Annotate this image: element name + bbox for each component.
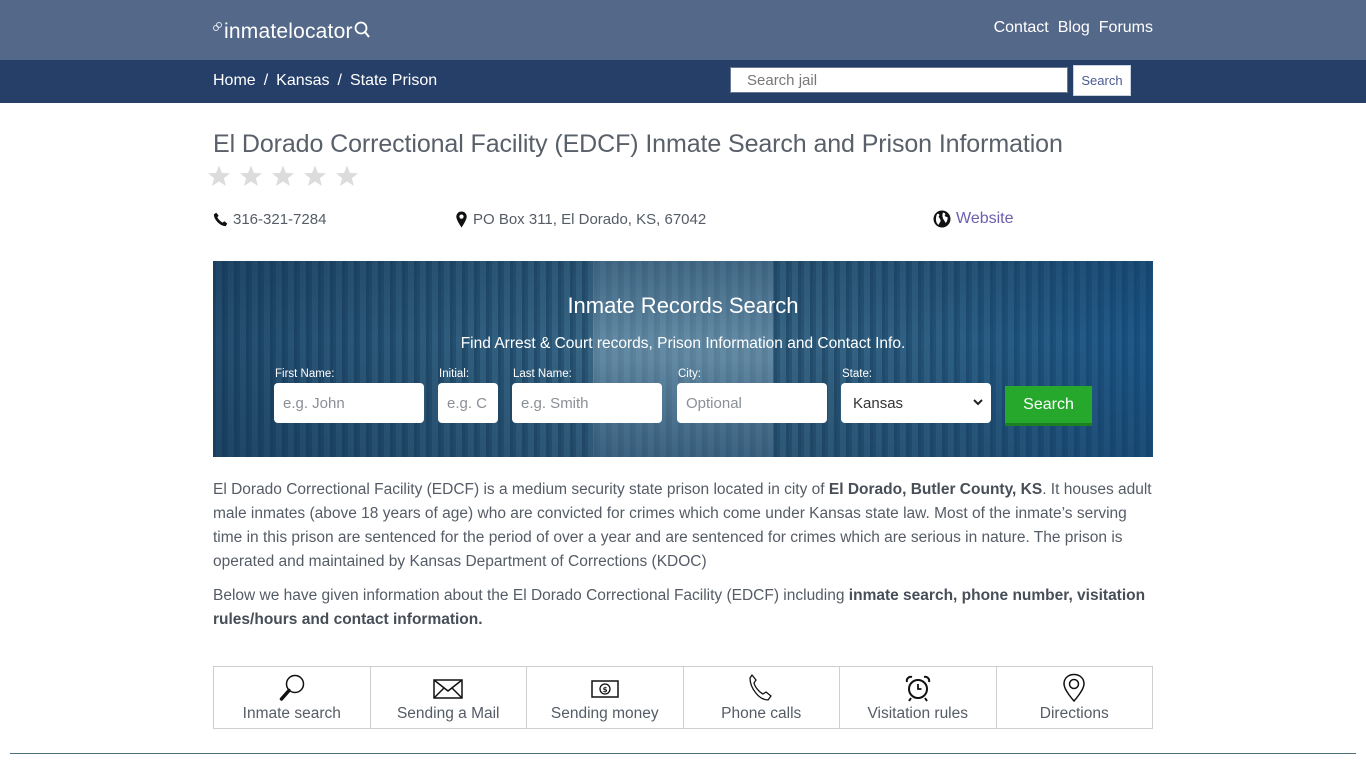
top-nav: Contact Blog Forums [994,19,1153,37]
last-name-input[interactable] [512,383,662,423]
magnifier-icon [279,674,304,701]
envelope-icon [433,679,463,699]
logo-text: inmatelocator [224,20,353,43]
star-rating[interactable] [207,164,359,188]
phone-icon [213,212,228,226]
star-icon[interactable] [335,164,359,188]
breadcrumb-state-prison[interactable]: State Prison [350,72,437,90]
tile-sending-money[interactable]: $ Sending money [527,667,684,728]
facility-intro: Below we have given information about th… [213,584,1153,632]
city-field: City: [677,368,827,423]
tile-label: Phone calls [721,705,802,722]
map-marker-icon [456,211,467,227]
search-panel-title: Inmate Records Search [567,293,799,318]
magnifier-logo-icon [354,21,370,38]
site-logo[interactable]: inmatelocator [213,18,370,46]
tile-label: Sending money [550,705,659,722]
tile-visitation-rules[interactable]: Visitation rules [840,667,997,728]
initial-label: Initial: [439,368,470,380]
top-header: inmatelocator Contact Blog Forums [0,0,1366,60]
phone-number: 316-321-7284 [233,210,327,228]
facility-website: Website [933,208,1014,230]
jail-search-button[interactable]: Search [1073,65,1131,96]
breadcrumb: Home / Kansas / State Prison [213,72,437,90]
state-field: State: Kansas [841,368,991,423]
phone-handset-icon [749,674,772,701]
star-icon[interactable] [239,164,263,188]
svg-text:$: $ [602,686,607,694]
alarm-clock-icon [905,675,930,702]
star-icon[interactable] [271,164,295,188]
breadcrumb-separator: / [263,72,269,89]
first-name-field: First Name: [274,368,424,423]
facility-description: El Dorado Correctional Facility (EDCF) i… [213,478,1153,574]
tile-sending-mail[interactable]: Sending a Mail [371,667,527,728]
last-name-field: Last Name: [512,368,662,423]
address-text: PO Box 311, El Dorado, KS, 67042 [473,210,707,228]
tile-phone-calls[interactable]: Phone calls [684,667,840,728]
money-icon: $ [591,680,619,698]
initial-field: Initial: [438,368,498,423]
state-label: State: [842,368,873,380]
footer-divider [10,753,1356,754]
tile-label: Inmate search [242,705,341,722]
breadcrumb-kansas[interactable]: Kansas [276,72,329,90]
first-name-input[interactable] [274,383,424,423]
inmate-search-button[interactable]: Search [1005,386,1092,426]
state-select[interactable]: Kansas [841,383,991,423]
city-input[interactable] [677,383,827,423]
website-link[interactable]: Website [956,210,1014,228]
tile-label: Directions [1039,705,1109,722]
facility-phone: 316-321-7284 [213,208,326,230]
inmate-search-panel: Inmate Records Search Find Arrest & Cour… [213,261,1153,457]
star-icon[interactable] [303,164,327,188]
tile-label: Sending a Mail [396,705,500,722]
nav-link-forums[interactable]: Forums [1099,19,1153,37]
breadcrumb-bar: Home / Kansas / State Prison Search [0,60,1366,103]
description-text: El Dorado Correctional Facility (EDCF) i… [213,481,829,498]
intro-text: Below we have given information about th… [213,587,849,604]
tile-label: Visitation rules [867,705,968,722]
page-title: El Dorado Correctional Facility (EDCF) I… [213,130,1063,158]
tile-directions[interactable]: Directions [997,667,1153,728]
tile-inmate-search[interactable]: Inmate search [214,667,371,728]
breadcrumb-separator: / [337,72,342,89]
search-panel-subtitle: Find Arrest & Court records, Prison Info… [460,335,906,352]
globe-icon [933,210,951,228]
star-icon[interactable] [207,164,231,188]
city-label: City: [678,368,701,380]
breadcrumb-home[interactable]: Home [213,72,256,90]
jail-search-input[interactable] [730,67,1068,93]
nav-link-blog[interactable]: Blog [1058,19,1090,37]
map-pin-icon [1063,673,1086,703]
quick-links: Inmate search Sending a Mail $ Sending m… [213,666,1153,729]
initial-input[interactable] [438,383,498,423]
facility-address: PO Box 311, El Dorado, KS, 67042 [455,208,706,230]
last-name-label: Last Name: [513,368,572,380]
nav-link-contact[interactable]: Contact [994,19,1049,37]
handcuffs-icon [213,22,223,35]
first-name-label: First Name: [275,368,335,380]
description-location: El Dorado, Butler County, KS [828,481,1043,498]
